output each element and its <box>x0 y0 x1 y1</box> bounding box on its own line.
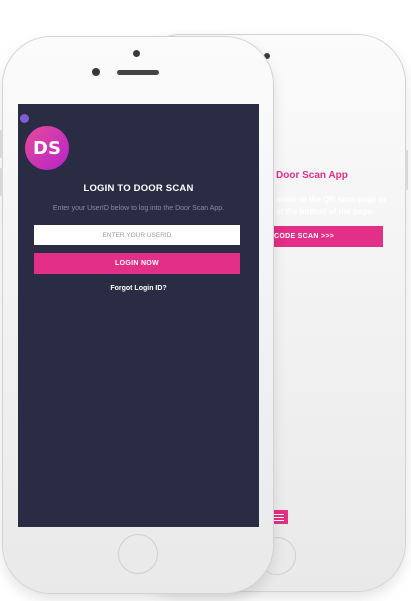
login-subtitle: Enter your UserID below to log into the … <box>52 205 225 212</box>
logo-accent-dot <box>20 114 29 123</box>
door-scan-logo: DS <box>25 126 69 170</box>
userid-input[interactable] <box>34 225 240 245</box>
scan-instructions: move to the QR scan page or at the botto… <box>276 194 387 218</box>
front-phone-home-button[interactable] <box>118 534 158 574</box>
login-title: LOGIN TO DOOR SCAN <box>83 183 194 194</box>
scan-instruction-line-1: move to the QR scan page or <box>276 195 387 204</box>
scan-app-title: Door Scan App <box>276 170 348 181</box>
scan-instruction-line-2: at the bottom of the page. <box>276 207 374 216</box>
qr-code-scan-button[interactable]: CODE SCAN >>> <box>268 226 383 247</box>
front-phone-volume-button <box>0 168 3 196</box>
forgot-login-id-link[interactable]: Forgot Login ID? <box>18 285 259 292</box>
front-sensor-icon <box>92 68 100 76</box>
earpiece-speaker <box>117 70 159 75</box>
login-now-button[interactable]: LOGIN NOW <box>34 253 240 274</box>
front-phone-side-button <box>0 130 3 158</box>
back-phone-side-button <box>405 150 408 190</box>
front-camera-icon <box>133 50 140 57</box>
